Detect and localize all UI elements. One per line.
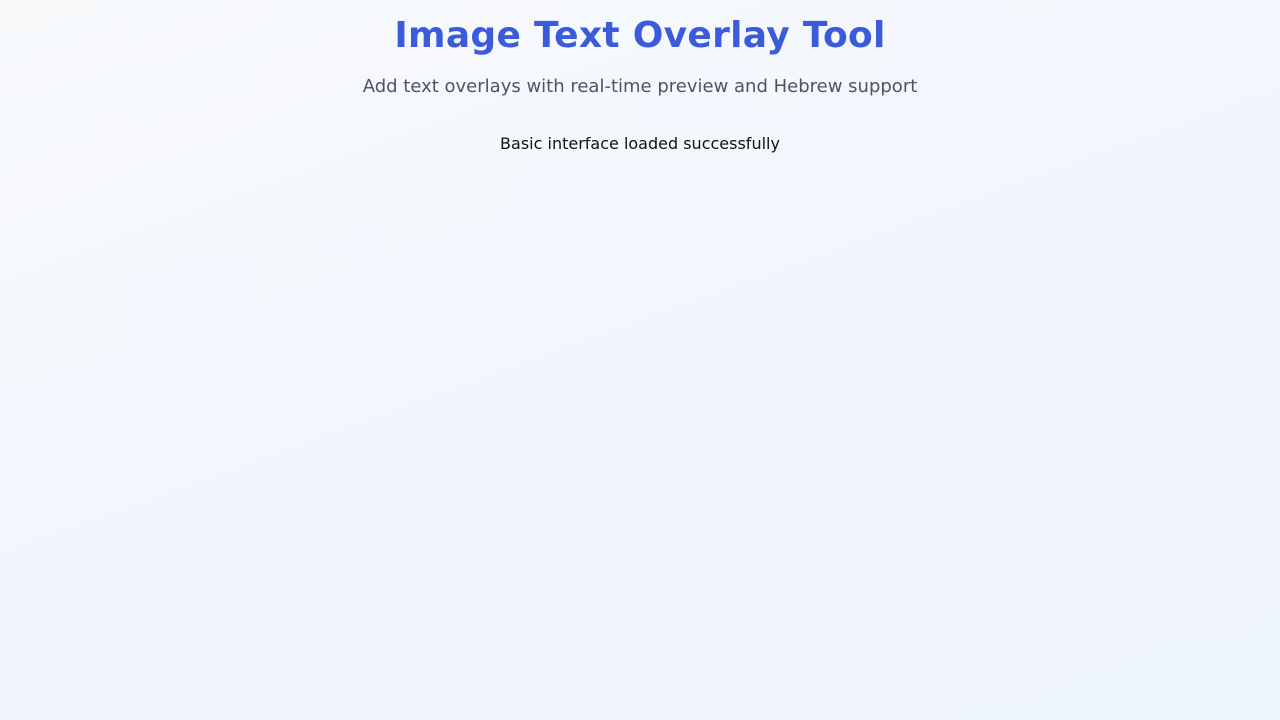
page-subtitle: Add text overlays with real-time preview… — [362, 76, 918, 97]
app-header: Image Text Overlay Tool Add text overlay… — [0, 0, 1280, 98]
status-message: Basic interface loaded successfully — [500, 134, 780, 153]
page-title: Image Text Overlay Tool — [394, 15, 886, 56]
app-page: Image Text Overlay Tool Add text overlay… — [0, 0, 1280, 720]
